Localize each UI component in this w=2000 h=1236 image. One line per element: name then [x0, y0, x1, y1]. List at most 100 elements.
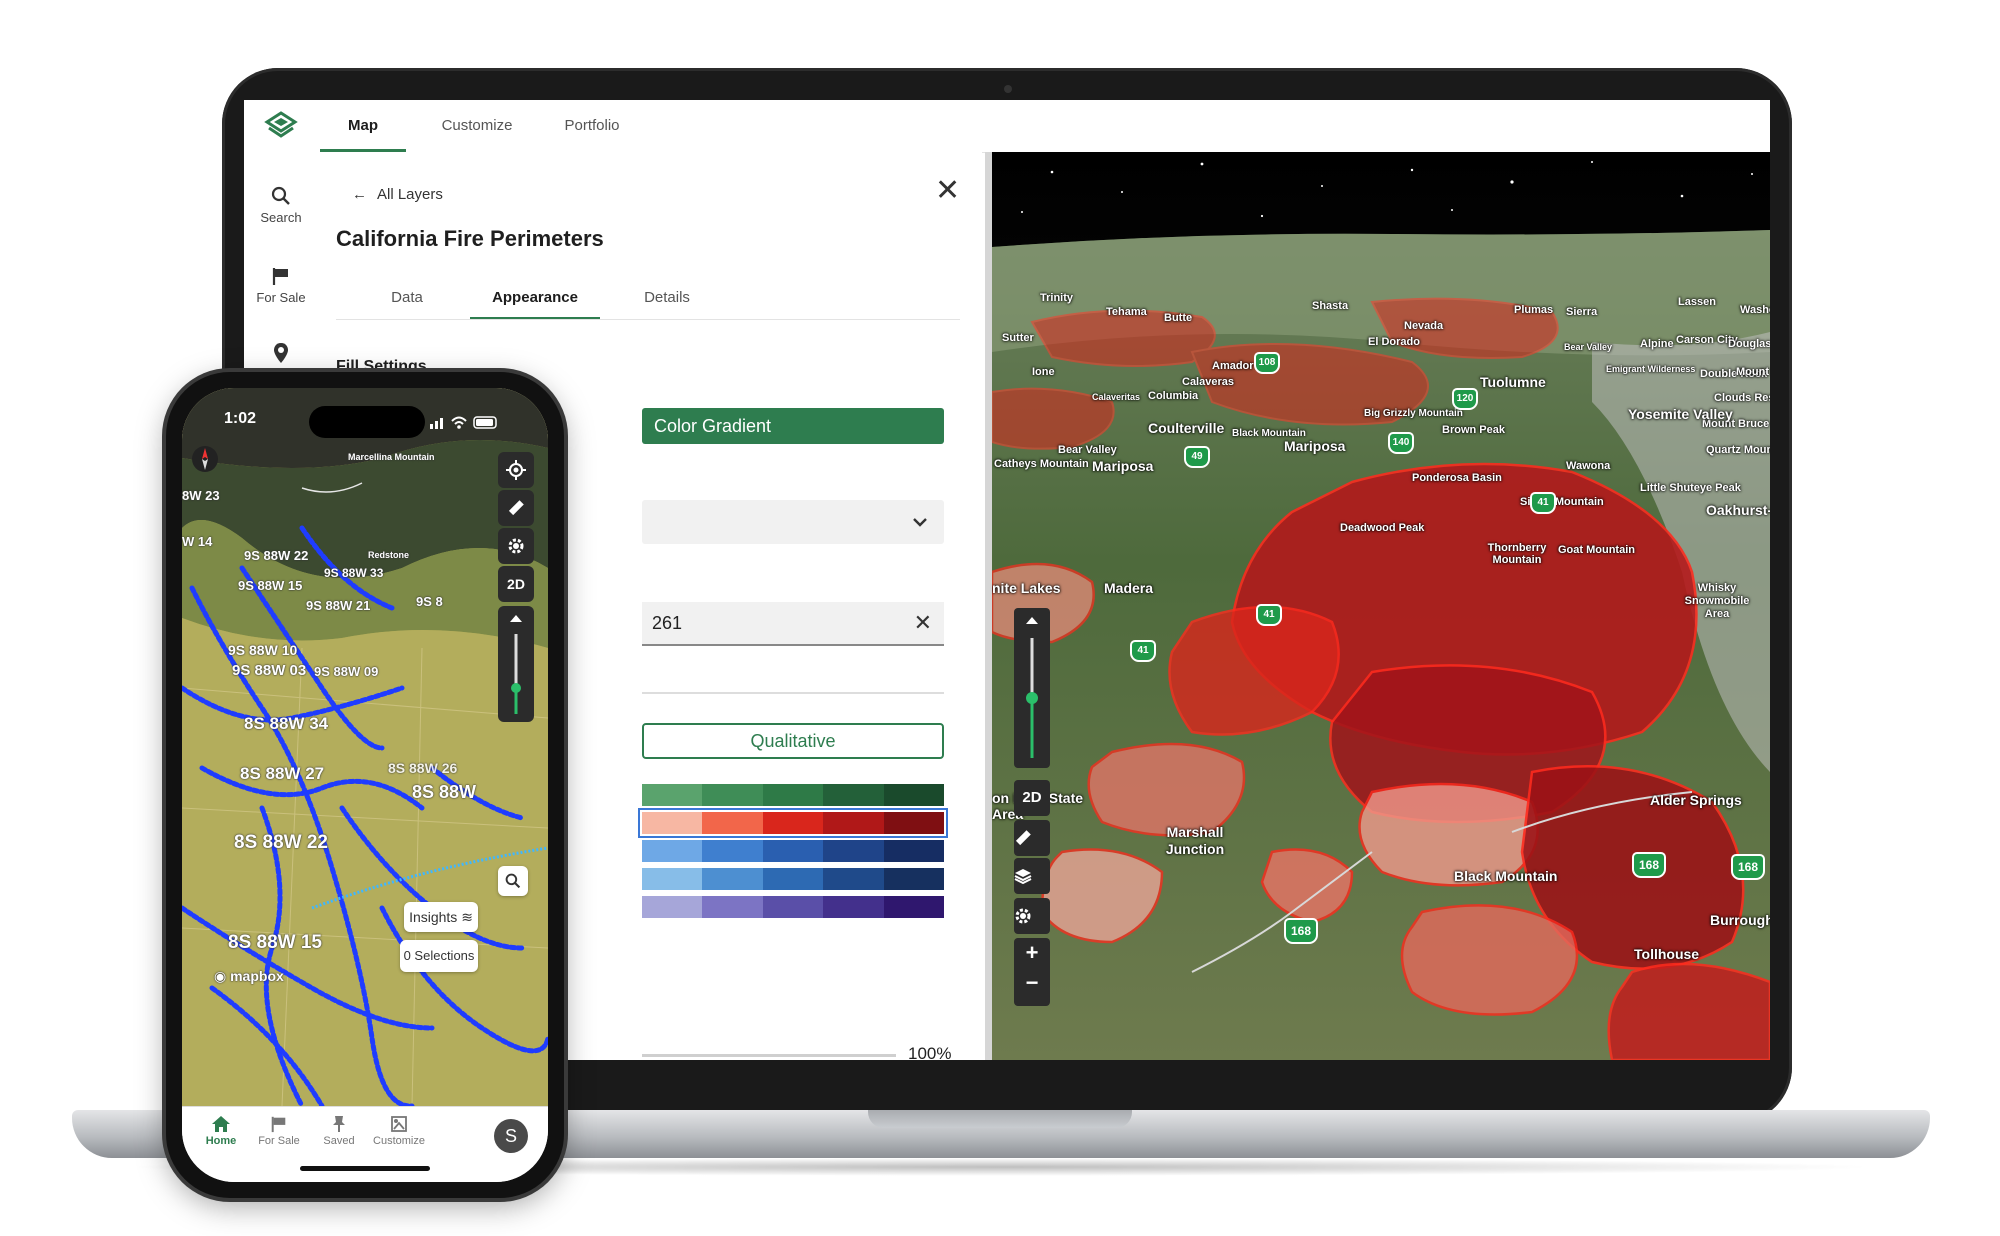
map-label: Thornberry Mountain [1487, 542, 1547, 566]
zoom-out-button[interactable]: − [1014, 968, 1050, 998]
search-icon [505, 873, 521, 889]
mapbox-attribution: ◉ mapbox [214, 968, 284, 985]
color-ramp-green[interactable] [642, 784, 945, 806]
map-label: Sutter [1002, 332, 1034, 344]
avatar[interactable]: S [494, 1119, 528, 1153]
flag-icon [272, 268, 288, 285]
ruler-icon [508, 500, 524, 516]
color-ramp-purple[interactable] [642, 896, 945, 918]
map-3d-view[interactable]: Trinity Tehama Butte Shasta Plumas Sierr… [992, 152, 1770, 1060]
highway-shield: 41 [1256, 604, 1282, 626]
color-ramp-red[interactable] [638, 808, 948, 838]
back-link-label: All Layers [377, 186, 443, 203]
rail-for-sale-label: For Sale [256, 290, 306, 305]
map-label: Bear Valley [1058, 444, 1117, 456]
map-label: Butte [1164, 312, 1193, 324]
map-label: Alpine [1640, 338, 1674, 350]
map-label: Tollhouse [1634, 946, 1700, 962]
map-label: Sierra [1566, 306, 1598, 318]
insights-label: Insights [409, 909, 458, 925]
mode-2d-button[interactable]: 2D [1014, 780, 1050, 816]
map-label: 8S 88W 22 [234, 832, 328, 853]
settings-button[interactable] [498, 528, 534, 564]
compass-icon[interactable] [190, 444, 220, 474]
map-label: Quartz Mountain [1706, 444, 1770, 456]
map-label: Tehama [1106, 306, 1147, 318]
map-label: Emigrant Wilderness [1606, 364, 1696, 374]
pitch-slider[interactable] [1014, 608, 1050, 768]
highway-shield: 168 [1284, 918, 1318, 944]
map-label: Douglas [1728, 338, 1770, 350]
settings-button[interactable] [1014, 898, 1050, 934]
map-label: Marcellina Mountain [348, 452, 435, 462]
tab-appearance[interactable]: Appearance [470, 276, 600, 320]
tab-details[interactable]: Details [606, 276, 728, 320]
layers-button[interactable] [1014, 858, 1050, 894]
map-label: 8S 88W 26 [388, 760, 458, 776]
phone-map[interactable]: 1:02 8W 23 W 14 Redstone Marcellina Moun… [182, 388, 548, 1106]
rail-pin[interactable] [244, 342, 318, 368]
highway-shield: 41 [1130, 640, 1156, 662]
map-label: 9S 88W 21 [306, 598, 371, 613]
mapbox-logo-icon: ◉ [214, 968, 231, 984]
map-label: Burrough [1710, 912, 1770, 928]
app-logo-icon[interactable] [264, 110, 298, 144]
tab-data[interactable]: Data [352, 276, 462, 320]
mode-2d-button[interactable]: 2D [498, 566, 534, 602]
laptop-notch [868, 1110, 1132, 1128]
rail-for-sale[interactable]: For Sale [244, 266, 318, 305]
locate-button[interactable] [498, 452, 534, 488]
color-ramp-blue-2[interactable] [642, 868, 945, 890]
map-label: Columbia [1148, 390, 1199, 402]
qualitative-button[interactable]: Qualitative [642, 723, 944, 759]
color-gradient-button[interactable]: Color Gradient [642, 408, 944, 444]
tab-customize[interactable]: Customize [364, 1115, 434, 1147]
color-ramp-blue[interactable] [642, 840, 945, 862]
map-label: 9S 88W 33 [324, 566, 384, 580]
pitch-slider[interactable] [498, 606, 534, 722]
back-link[interactable]: ← All Layers [352, 186, 443, 203]
highway-shield: 108 [1254, 352, 1280, 374]
nav-tab-map[interactable]: Map [320, 100, 406, 152]
top-nav-bar: Map Customize Portfolio [244, 100, 1770, 153]
close-icon[interactable]: ✕ [935, 176, 960, 206]
clear-icon[interactable]: ✕ [914, 602, 932, 644]
nav-tab-customize[interactable]: Customize [422, 100, 532, 152]
map-label: Little Shuteye Peak [1640, 482, 1741, 494]
ruler-button[interactable] [498, 490, 534, 526]
field-divider [642, 692, 944, 694]
nav-tab-portfolio[interactable]: Portfolio [542, 100, 642, 152]
rail-search[interactable]: Search [244, 186, 318, 225]
terrain-render [992, 152, 1770, 1060]
map-label: Mariposa [1284, 438, 1346, 454]
map-label: Bear Valley [1564, 342, 1613, 352]
arrow-left-icon: ← [352, 186, 367, 203]
panel-title: California Fire Perimeters [336, 226, 604, 251]
map-label: 9S 88W 15 [238, 578, 303, 593]
map-label: Calaveritas [1092, 392, 1141, 402]
gear-icon [1015, 908, 1031, 924]
selections-button[interactable]: 0 Selections [400, 940, 478, 972]
tab-saved-label: Saved [323, 1135, 355, 1147]
layers-icon [1014, 869, 1032, 885]
map-label: Washoe [1740, 304, 1770, 316]
panel-scrollbar[interactable] [985, 152, 992, 1060]
status-time: 1:02 [224, 410, 257, 427]
highway-shield: 49 [1184, 446, 1210, 468]
pin-icon [333, 1116, 345, 1132]
attribute-dropdown[interactable] [642, 500, 944, 544]
zoom-in-button[interactable]: + [1014, 938, 1050, 968]
search-button[interactable] [498, 866, 528, 896]
phone-screen: 1:02 8W 23 W 14 Redstone Marcellina Moun… [182, 388, 548, 1182]
map-label: 9S 88W 09 [314, 664, 379, 679]
map-label: Alder Springs [1650, 792, 1742, 808]
map-label: Deadwood Peak [1340, 522, 1425, 534]
tab-customize-label: Customize [373, 1135, 425, 1147]
map-label: Shasta [1312, 300, 1349, 312]
map-label: Mount [1736, 366, 1769, 378]
insights-button[interactable]: Insights ≋ [404, 902, 478, 932]
value-field[interactable]: 261 ✕ [642, 602, 944, 646]
highway-shield: 41 [1530, 492, 1556, 514]
ruler-button[interactable] [1014, 820, 1050, 856]
opacity-slider[interactable] [642, 1054, 896, 1057]
